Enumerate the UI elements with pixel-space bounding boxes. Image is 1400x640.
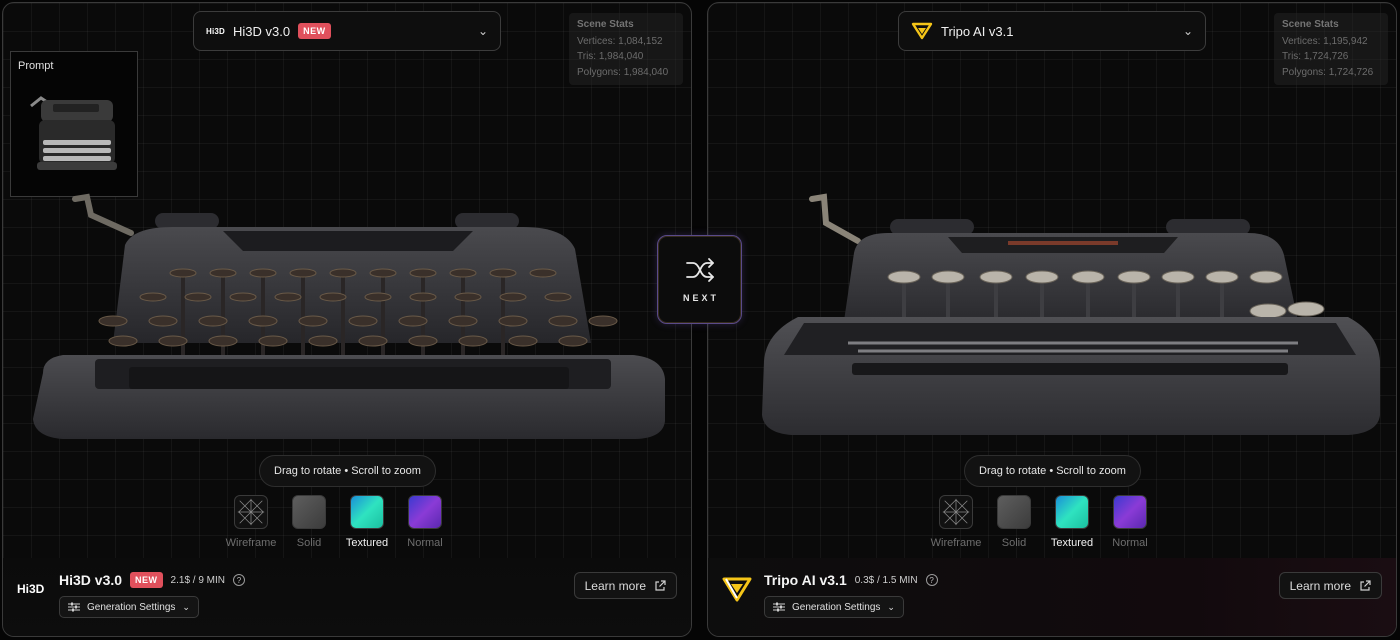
help-icon[interactable]: ? xyxy=(233,574,246,586)
left-model-footer: Hi3D Hi3D v3.0 NEW 2.1$ / 9 MIN ? Genera… xyxy=(3,558,691,636)
generation-settings-label: Generation Settings xyxy=(87,601,176,613)
left-model-dropdown[interactable]: Hi3D Hi3D v3.0 NEW ⌄ xyxy=(193,11,501,51)
textured-label: Textured xyxy=(345,537,389,549)
left-scene-stats: Scene Stats Vertices: 1,084,152 Tris: 1,… xyxy=(569,13,683,85)
tripo-brand-logo-icon xyxy=(722,577,752,602)
textured-label: Textured xyxy=(1050,537,1094,549)
left-footer-title: Hi3D v3.0 NEW 2.1$ / 9 MIN ? xyxy=(59,572,246,588)
right-model-dropdown[interactable]: Tripo AI v3.1 ⌄ xyxy=(898,11,1206,51)
learn-more-label: Learn more xyxy=(584,578,646,593)
textured-swatch xyxy=(1055,495,1089,529)
external-link-icon xyxy=(1360,579,1371,591)
right-model-panel: Tripo AI v3.1 ⌄ Scene Stats Vertices: 1,… xyxy=(707,2,1397,637)
new-badge: NEW xyxy=(298,23,331,39)
right-model-footer: Tripo AI v3.1 0.3$ / 1.5 MIN ? Generatio… xyxy=(708,558,1396,636)
next-button[interactable]: NEXT xyxy=(657,235,742,324)
left-render-modes: Wireframe Solid Textured Normal xyxy=(226,495,443,549)
next-label: NEXT xyxy=(682,292,719,303)
help-icon[interactable]: ? xyxy=(925,574,938,586)
right-price: 0.3$ / 1.5 MIN xyxy=(854,574,918,586)
sliders-icon xyxy=(773,602,785,612)
interaction-hint: Drag to rotate • Scroll to zoom xyxy=(964,455,1141,487)
textured-mode-button[interactable]: Textured xyxy=(1050,495,1094,549)
tris-count: Tris: 1,984,040 xyxy=(577,51,644,62)
scene-stats-title: Scene Stats xyxy=(577,19,634,30)
left-price: 2.1$ / 9 MIN xyxy=(170,574,226,586)
tripo-logo-icon xyxy=(911,22,933,40)
vertices-count: Vertices: 1,084,152 xyxy=(577,35,663,47)
hi3d-brand-logo: Hi3D xyxy=(17,582,45,596)
right-model-name: Tripo AI v3.1 xyxy=(941,23,1014,39)
left-generation-settings-button[interactable]: Generation Settings ⌄ xyxy=(59,596,199,618)
normal-mode-button[interactable]: Normal xyxy=(407,495,443,549)
vertices-count: Vertices: 1,195,942 xyxy=(1282,35,1368,47)
polygons-count: Polygons: 1,984,040 xyxy=(577,66,669,78)
polygons-count: Polygons: 1,724,726 xyxy=(1282,66,1374,78)
left-model-panel: Hi3D Hi3D v3.0 NEW ⌄ Scene Stats Vertice… xyxy=(2,2,692,637)
prompt-image-box: Prompt xyxy=(10,51,138,197)
solid-mode-button[interactable]: Solid xyxy=(291,495,327,549)
wireframe-mode-button[interactable]: Wireframe xyxy=(931,495,981,549)
chevron-down-icon: ⌄ xyxy=(1182,24,1193,38)
tripo-typewriter-model[interactable] xyxy=(708,193,1397,453)
normal-label: Normal xyxy=(1112,537,1148,549)
solid-label: Solid xyxy=(296,537,322,549)
wireframe-label: Wireframe xyxy=(930,537,982,549)
prompt-label: Prompt xyxy=(18,60,54,72)
solid-mode-button[interactable]: Solid xyxy=(996,495,1032,549)
solid-swatch xyxy=(292,495,326,529)
wireframe-mode-button[interactable]: Wireframe xyxy=(226,495,276,549)
learn-more-label: Learn more xyxy=(1289,578,1351,593)
normal-label: Normal xyxy=(407,537,443,549)
chevron-down-icon: ⌄ xyxy=(887,601,895,612)
normal-swatch xyxy=(1113,495,1147,529)
textured-mode-button[interactable]: Textured xyxy=(345,495,389,549)
wireframe-icon xyxy=(939,495,973,529)
right-render-modes: Wireframe Solid Textured Normal xyxy=(931,495,1148,549)
generation-settings-label: Generation Settings xyxy=(792,601,881,613)
left-learn-more-button[interactable]: Learn more xyxy=(573,572,677,599)
chevron-down-icon: ⌄ xyxy=(182,601,190,612)
normal-mode-button[interactable]: Normal xyxy=(1112,495,1148,549)
left-footer-model-name: Hi3D v3.0 xyxy=(59,572,123,588)
new-badge: NEW xyxy=(130,572,163,588)
scene-stats-title: Scene Stats xyxy=(1282,19,1339,30)
sliders-icon xyxy=(68,602,80,612)
hi3d-typewriter-model[interactable] xyxy=(3,193,692,453)
solid-swatch xyxy=(997,495,1031,529)
solid-label: Solid xyxy=(1001,537,1027,549)
hi3d-logo-icon: Hi3D xyxy=(206,26,226,36)
left-model-name: Hi3D v3.0 xyxy=(233,23,291,39)
textured-swatch xyxy=(350,495,384,529)
right-generation-settings-button[interactable]: Generation Settings ⌄ xyxy=(764,596,904,618)
shuffle-icon xyxy=(685,257,714,282)
right-learn-more-button[interactable]: Learn more xyxy=(1278,572,1382,599)
interaction-hint: Drag to rotate • Scroll to zoom xyxy=(259,455,436,487)
external-link-icon xyxy=(655,579,666,591)
right-scene-stats: Scene Stats Vertices: 1,195,942 Tris: 1,… xyxy=(1274,13,1388,85)
chevron-down-icon: ⌄ xyxy=(477,24,488,38)
prompt-typewriter-thumbnail xyxy=(30,96,117,170)
normal-swatch xyxy=(408,495,442,529)
right-footer-model-name: Tripo AI v3.1 xyxy=(764,572,847,588)
right-footer-title: Tripo AI v3.1 0.3$ / 1.5 MIN ? xyxy=(764,572,938,588)
wireframe-icon xyxy=(234,495,268,529)
tris-count: Tris: 1,724,726 xyxy=(1282,51,1349,62)
wireframe-label: Wireframe xyxy=(225,537,277,549)
